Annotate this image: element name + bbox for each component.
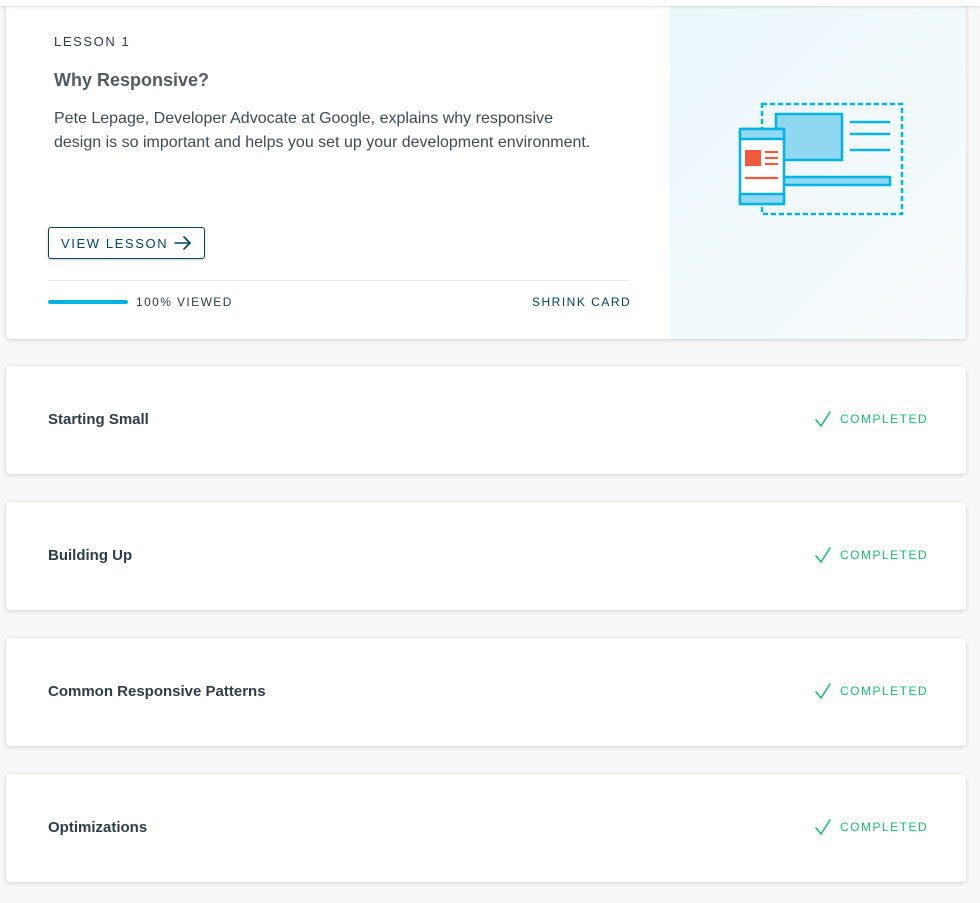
progress-fill: [48, 300, 128, 304]
completed-status: COMPLETED: [814, 546, 928, 564]
progress-text: 100% VIEWED: [136, 295, 233, 309]
lesson-row[interactable]: Optimizations COMPLETED: [6, 774, 966, 882]
lesson-illustration-panel: [670, 0, 966, 339]
lesson-row-title: Common Responsive Patterns: [48, 683, 266, 700]
lesson-row-title: Optimizations: [48, 819, 148, 836]
arrow-right-icon: [174, 236, 191, 250]
lesson-description: Pete Lepage, Developer Advocate at Googl…: [54, 110, 591, 151]
status-label: COMPLETED: [840, 548, 929, 562]
status-label: COMPLETED: [840, 412, 929, 426]
completed-status: COMPLETED: [814, 682, 928, 700]
check-icon: [815, 683, 831, 699]
lesson-row[interactable]: Building Up COMPLETED: [6, 502, 966, 610]
lesson-row-title: Building Up: [48, 547, 133, 564]
lesson-kicker: LESSON 1: [54, 34, 131, 49]
shrink-card-link[interactable]: SHRINK CARD: [532, 295, 631, 309]
check-icon: [815, 411, 831, 427]
check-icon: [815, 819, 831, 835]
completed-status: COMPLETED: [814, 410, 928, 428]
status-label: COMPLETED: [840, 684, 929, 698]
lesson-row[interactable]: Common Responsive Patterns COMPLETED: [6, 638, 966, 746]
divider: [48, 280, 629, 281]
view-lesson-label: VIEW LESSON: [61, 235, 169, 251]
lesson-row[interactable]: Starting Small COMPLETED: [6, 366, 966, 474]
lesson-row-title: Starting Small: [48, 411, 149, 428]
completed-status: COMPLETED: [814, 818, 928, 836]
top-bar: [0, 0, 980, 6]
lesson-title: Why Responsive?: [54, 70, 210, 90]
view-lesson-button[interactable]: VIEW LESSON: [48, 227, 205, 259]
lesson-content: LESSON 1 Why Responsive? Pete Lepage, De…: [6, 0, 670, 339]
progress-bar: [48, 300, 128, 304]
status-label: COMPLETED: [840, 820, 929, 834]
responsive-devices-illustration: [738, 102, 904, 216]
lesson-card: LESSON 1 Why Responsive? Pete Lepage, De…: [6, 0, 966, 339]
check-icon: [815, 547, 831, 563]
